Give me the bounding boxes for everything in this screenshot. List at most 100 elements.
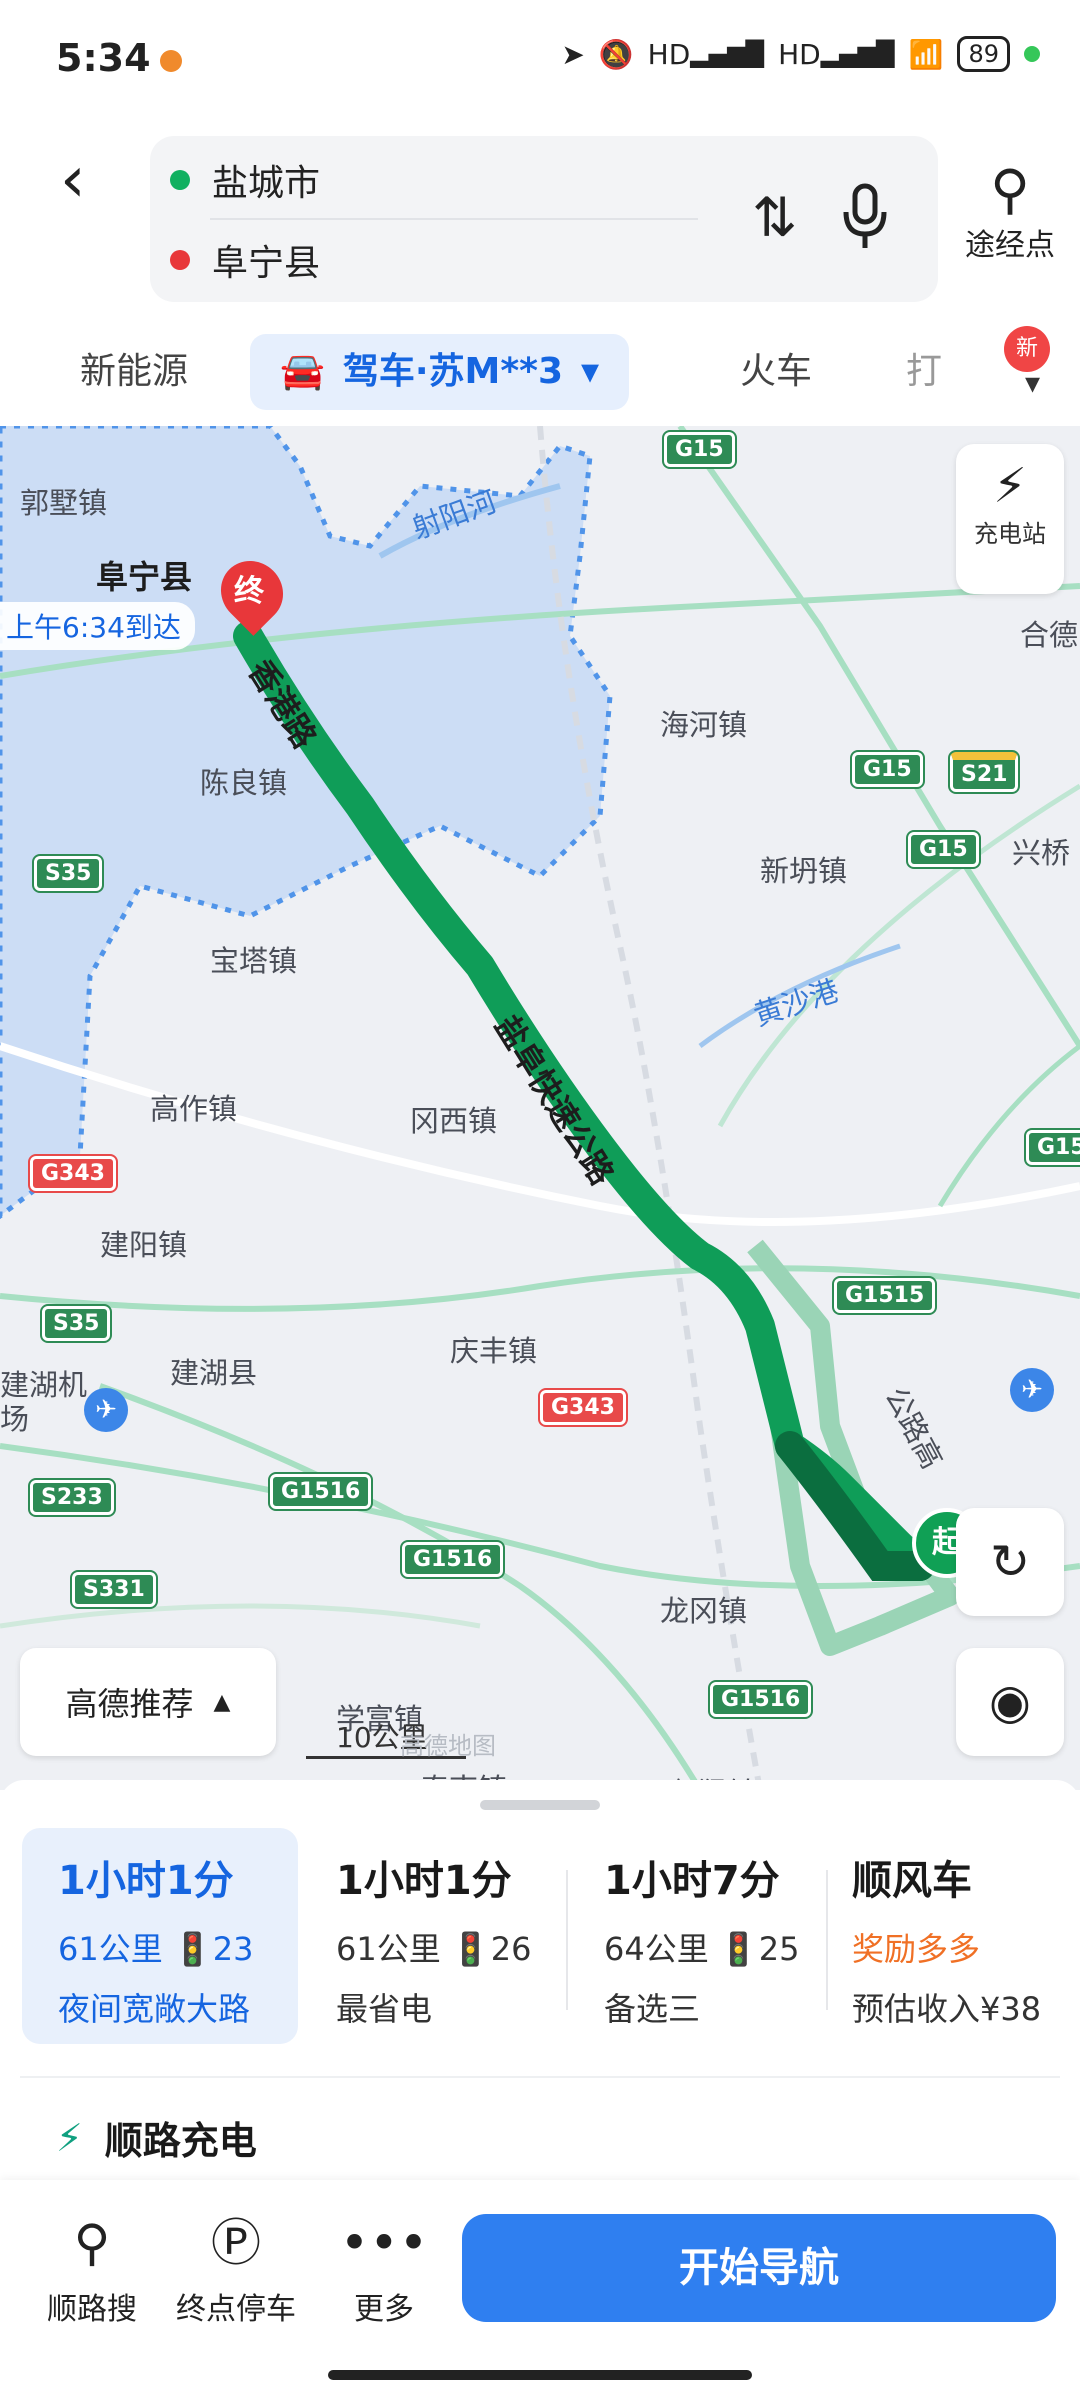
origin-field[interactable]: 盐城市 [170,154,320,206]
signal-icon-2: HD ▂▄▆█ [778,37,895,71]
tab-train[interactable]: 火车 [740,334,812,410]
swap-icon[interactable]: ⇅ [752,186,797,249]
highway-shield: G15 [908,832,979,867]
search-icon: ⚲ [990,158,1030,221]
charge-along-label: 顺路充电 [104,2119,257,2163]
route-time: 1小时7分 [604,1858,780,1904]
mute-icon: 🔕 [598,37,634,71]
route-distance-value: 64公里 [604,1930,709,1968]
highway-shield: G15 [852,752,923,787]
status-time: 5:34 [56,36,151,80]
chevron-down-icon: ▾ [581,351,600,392]
highway-shield: G15 [664,432,735,467]
place-label: 郭墅镇 [20,486,108,520]
parking-icon: Ⓟ [211,2214,261,2272]
route-option-3[interactable]: 1小时7分 64公里 🚦25 备选三 [584,1828,824,2044]
bottom-bar: ⚲ 顺路搜 Ⓟ 终点停车 ••• 更多 开始导航 [0,2180,1080,2400]
highway-shield: S331 [72,1572,156,1607]
place-label: 宝塔镇 [210,944,298,978]
sheet-handle[interactable] [480,1800,600,1810]
tab-drive[interactable]: 🚘 驾车·苏M**3 ▾ [250,334,630,410]
refresh-button[interactable]: ↻ [956,1508,1064,1616]
parking-label: 终点停车 [176,2292,296,2327]
route-note: 备选三 [604,1990,701,2028]
end-pin-label: 终 [234,574,264,609]
place-label: 新坍镇 [760,854,848,888]
highway-shield: G15 [1026,1130,1080,1165]
destination-map-label: 阜宁县 [96,558,193,596]
place-label: 建湖县 [170,1356,258,1390]
route-input-box: 盐城市 阜宁县 ⇅ [150,136,938,302]
highway-shield: S35 [42,1306,111,1341]
route-distance-value: 61公里 [336,1930,441,1968]
place-label: 陈良镇 [200,766,288,800]
more-modes-icon[interactable]: ▾ [1025,366,1040,401]
more-label: 更多 [354,2292,414,2327]
map-view[interactable]: 郭墅镇 阜宁县 上午6:34到达 终 陈良镇 海河镇 新坍镇 兴桥 合德 宝塔镇… [0,426,1080,1790]
signal-label-hd2: HD [778,37,821,71]
place-label: 海河镇 [660,708,748,742]
highway-shield: G343 [30,1156,116,1191]
more-button[interactable]: ••• 更多 [314,2208,454,2328]
divider [210,218,698,220]
route-time: 1小时1分 [336,1858,512,1904]
charging-station-label: 充电站 [974,520,1046,548]
notification-icon [160,50,182,72]
traffic-light-icon: 🚦 [172,1930,213,1968]
origin-text: 盐城市 [212,163,321,204]
highway-shield: S233 [30,1480,114,1515]
highway-shield: G1516 [402,1542,504,1577]
route-note: 夜间宽敞大路 [58,1990,251,2028]
place-label: 龙冈镇 [660,1594,748,1628]
traffic-light-icon: 🚦 [450,1930,491,1968]
place-label: 合德 [1020,618,1079,652]
gaode-recommend-label: 高德推荐 [65,1685,194,1723]
status-icons: ➤ 🔕 HD ▂▄▆█ HD ▂▄▆█ 📶 89 [561,36,1040,72]
carpool-option[interactable]: 顺风车 奖励多多 预估收入¥38 [832,1828,1062,2044]
divider [566,1870,568,2010]
waypoint-label: 途经点 [965,228,1055,263]
refresh-icon: ↻ [989,1534,1031,1590]
back-button[interactable]: ‹ [60,148,110,212]
highway-shield: G1516 [270,1474,372,1509]
place-label: 建阳镇 [100,1228,188,1262]
route-lights: 26 [490,1930,532,1968]
charging-icon: ⚡ [993,458,1027,514]
route-option-1[interactable]: 1小时1分 61公里 🚦23 夜间宽敞大路 [22,1828,298,2044]
locate-button[interactable]: ◉ [956,1648,1064,1756]
more-icon: ••• [339,2214,429,2272]
search-along-button[interactable]: ⚲ 顺路搜 [22,2208,162,2328]
status-bar: 5:34 ➤ 🔕 HD ▂▄▆█ HD ▂▄▆█ 📶 89 [0,0,1080,120]
waypoint-button[interactable]: ⚲ 途经点 [958,160,1062,264]
battery-icon: 89 [957,36,1010,72]
route-option-2[interactable]: 1小时1分 61公里 🚦26 最省电 [316,1828,566,2044]
carpool-reward: 奖励多多 [852,1930,981,1968]
destination-dot-icon [170,250,190,270]
privacy-indicator-icon [1024,46,1040,62]
airport-icon: ✈ [84,1388,128,1432]
start-navigation-button[interactable]: 开始导航 [462,2214,1056,2322]
charging-icon: ⚡ [56,2115,83,2160]
locate-icon: ◉ [989,1674,1031,1730]
mic-icon[interactable] [840,182,890,252]
home-indicator[interactable] [328,2370,752,2380]
tab-taxi[interactable]: 打 [906,334,942,410]
route-time: 1小时1分 [58,1858,234,1904]
carpool-income: 预估收入¥38 [852,1990,1042,2028]
route-distance: 61公里 🚦26 [336,1924,566,1970]
tab-new-energy[interactable]: 新能源 [80,334,188,410]
parking-button[interactable]: Ⓟ 终点停车 [166,2208,306,2328]
charging-station-button[interactable]: ⚡ 充电站 [956,444,1064,594]
arrival-time: 上午6:34到达 [0,602,195,650]
destination-field[interactable]: 阜宁县 [170,234,320,286]
charge-along-row[interactable]: ⚡ 顺路充电 [56,2110,257,2165]
place-label: 高作镇 [150,1092,238,1126]
signal-label-hd1: HD [647,37,691,71]
gaode-recommend-button[interactable]: 高德推荐 ▲ [20,1648,276,1756]
tab-drive-label: 驾车·苏M**3 [342,351,564,392]
carpool-title: 顺风车 [852,1858,972,1904]
destination-text: 阜宁县 [212,243,321,284]
route-planning-screen: 5:34 ➤ 🔕 HD ▂▄▆█ HD ▂▄▆█ 📶 89 ‹ 盐城市 阜宁县 ⇅ [0,0,1080,2400]
map-watermark: 高德地图 [400,1732,496,1760]
route-lights: 25 [758,1930,800,1968]
